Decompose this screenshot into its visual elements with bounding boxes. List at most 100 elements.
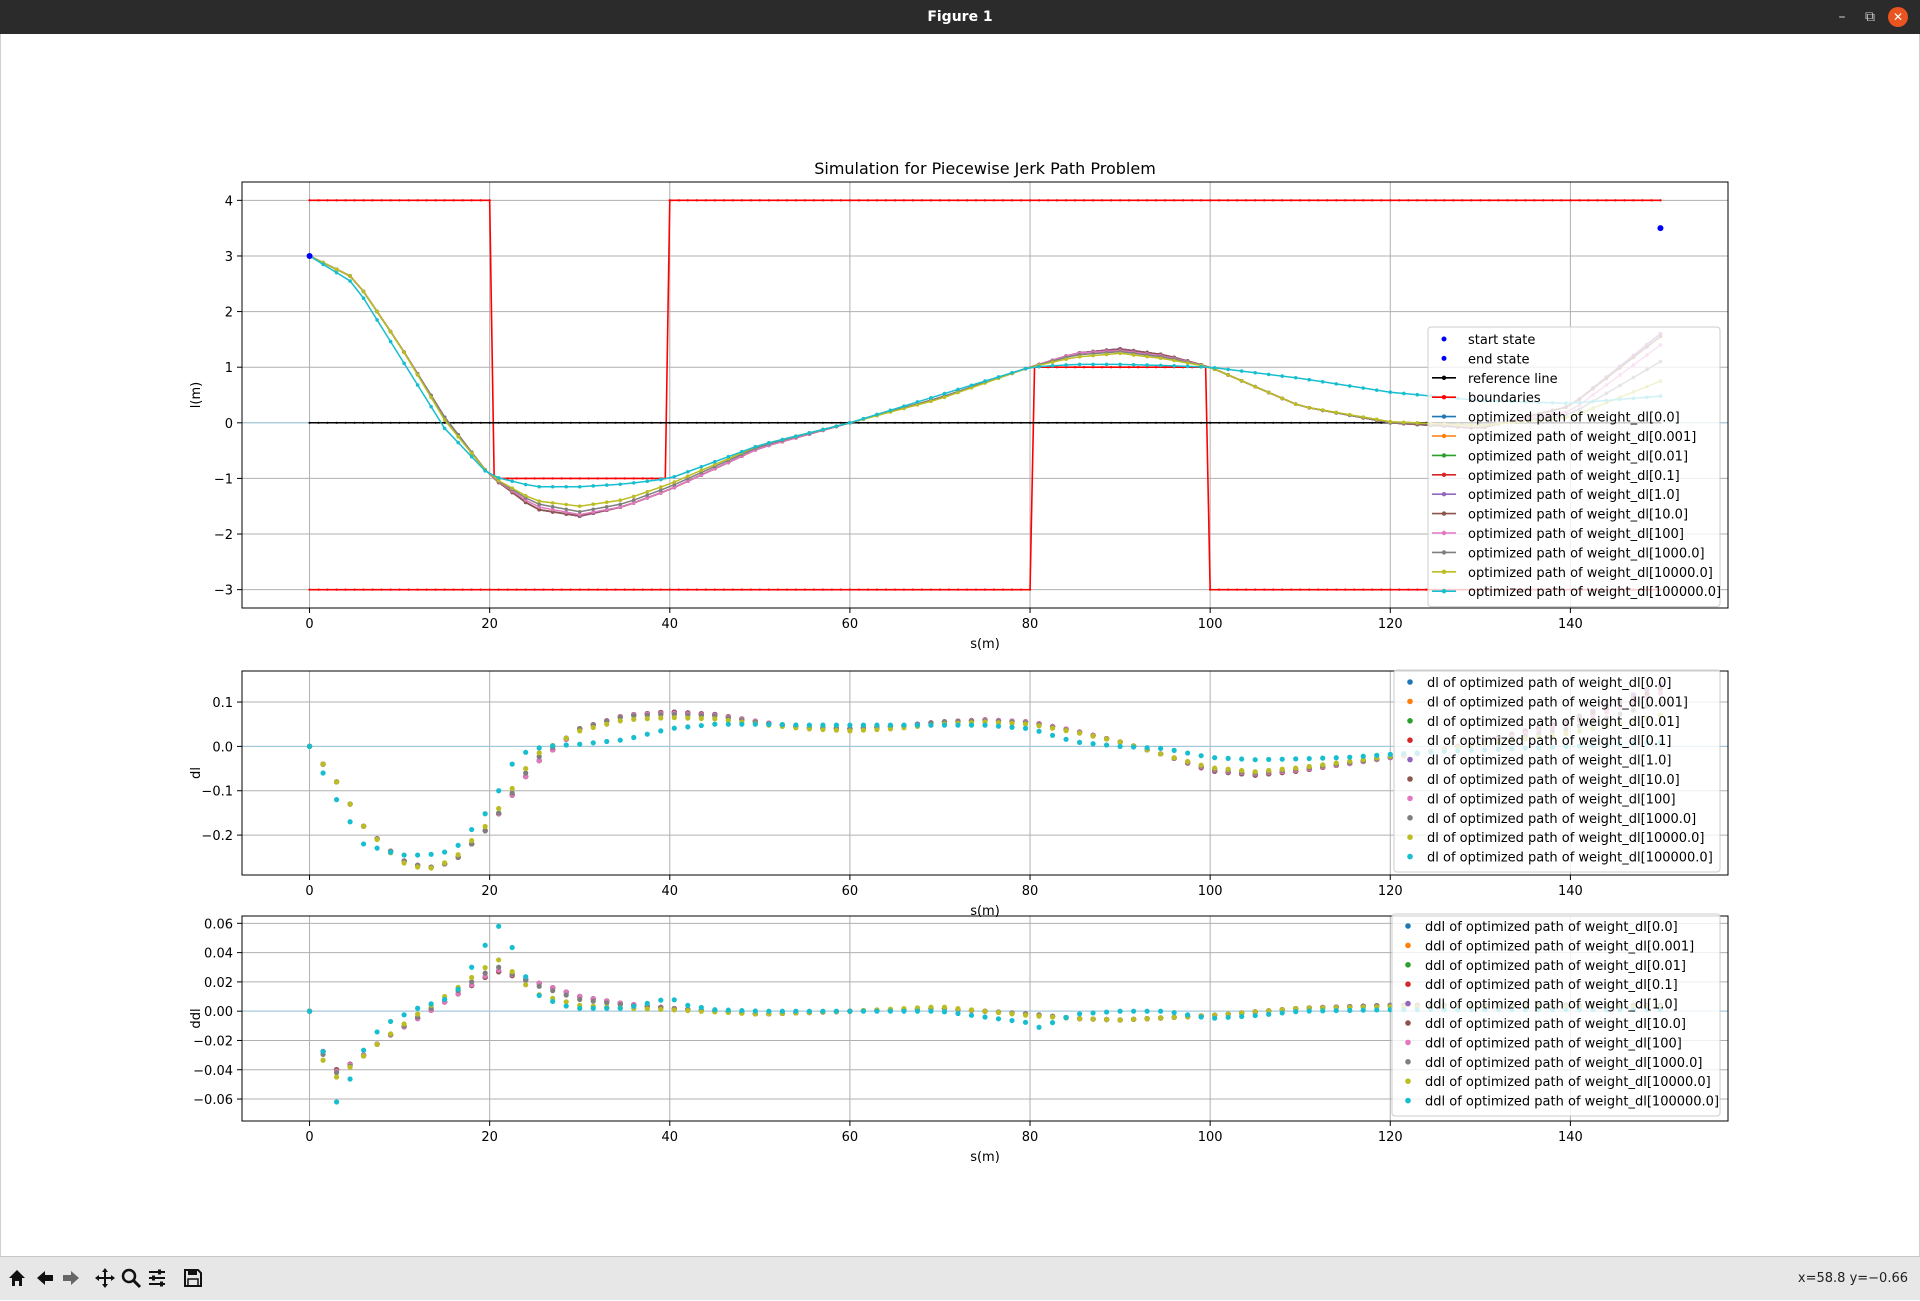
boundary-point — [1371, 588, 1374, 591]
scatter-point — [874, 1008, 880, 1014]
path-point — [564, 484, 569, 489]
boundary-point — [452, 588, 455, 591]
path-point — [699, 464, 704, 469]
legend-marker — [1441, 414, 1447, 419]
scatter-point — [1212, 755, 1218, 761]
boundary-point — [1190, 199, 1194, 202]
home-icon[interactable] — [4, 1265, 30, 1291]
scatter-point — [752, 1008, 758, 1014]
end-state-point — [1657, 225, 1664, 232]
boundary-point — [488, 199, 491, 202]
legend-label: ddl of optimized path of weight_dl[10000… — [1425, 1075, 1711, 1090]
boundary-point — [992, 588, 996, 591]
boundary-point — [308, 199, 311, 202]
path-point — [604, 500, 609, 505]
pan-icon[interactable] — [92, 1265, 118, 1291]
reference-point — [839, 421, 843, 424]
scatter-point — [1158, 1015, 1164, 1021]
scatter-point — [698, 715, 704, 722]
minimize-button[interactable]: – — [1832, 7, 1852, 27]
reference-point — [1109, 421, 1113, 424]
path-point — [1361, 386, 1366, 390]
boundary-point — [902, 588, 906, 591]
scatter-point — [1158, 745, 1164, 751]
boundary-point — [839, 199, 843, 202]
scatter-point — [415, 1011, 421, 1017]
scatter-point — [968, 1007, 975, 1013]
save-icon[interactable] — [180, 1265, 206, 1291]
scatter-point — [1279, 756, 1285, 762]
scatter-point — [563, 992, 569, 998]
path-point — [1401, 391, 1406, 396]
legend-marker — [1407, 834, 1413, 840]
scatter-point — [469, 826, 475, 833]
zoom-icon[interactable] — [118, 1265, 144, 1291]
boundary-point — [830, 588, 834, 591]
scatter-point — [671, 997, 677, 1003]
scatter-point — [995, 1009, 1002, 1016]
boundary-point — [317, 199, 320, 202]
boundary-point — [416, 588, 419, 591]
reference-point — [1182, 421, 1185, 424]
scatter-point — [428, 851, 434, 857]
scatter-point — [887, 1008, 894, 1014]
boundary-point — [578, 588, 581, 591]
boundary-point — [407, 588, 410, 591]
legend-label: ddl of optimized path of weight_dl[1000.… — [1425, 1056, 1702, 1071]
boundary-point — [1199, 199, 1203, 202]
boundary-point — [839, 588, 843, 591]
scatter-point — [1198, 753, 1204, 759]
boundary-point — [911, 588, 915, 591]
boundary-point — [1398, 588, 1401, 591]
scatter-point — [333, 797, 340, 803]
scatter-point — [415, 864, 421, 870]
scatter-point — [806, 1008, 812, 1014]
scatter-point — [333, 1074, 340, 1080]
boundary-point — [1398, 199, 1401, 202]
scatter-point — [847, 722, 853, 728]
y-tick-label: 0.00 — [204, 1005, 233, 1020]
boundary-point — [767, 588, 771, 591]
reference-point — [1100, 421, 1104, 424]
legend-label: start state — [1468, 333, 1535, 348]
scatter-point — [1171, 755, 1177, 761]
boundary-point — [416, 199, 419, 202]
scatter-point — [388, 1031, 394, 1037]
scatter-point — [1252, 1012, 1258, 1019]
path-point — [577, 509, 582, 514]
reference-point — [1371, 421, 1374, 424]
boundary-point — [1127, 199, 1131, 202]
back-icon[interactable] — [32, 1265, 58, 1291]
boundary-point — [758, 588, 762, 591]
boundary-point — [1010, 199, 1014, 202]
boundary-point — [1353, 588, 1356, 591]
path-point — [1158, 363, 1163, 368]
scatter-point — [644, 731, 650, 737]
reference-point — [1173, 421, 1176, 424]
path-point — [1266, 390, 1271, 395]
path-point — [469, 454, 474, 459]
path-point — [1199, 365, 1203, 369]
scatter-point — [523, 770, 529, 776]
boundary-point — [1091, 365, 1095, 369]
close-button[interactable]: ✕ — [1888, 7, 1908, 27]
scatter-point — [644, 1000, 650, 1006]
forward-icon[interactable] — [58, 1265, 84, 1291]
restore-button[interactable]: ⧉ — [1860, 7, 1880, 27]
boundary-point — [1596, 199, 1599, 202]
scatter-point — [563, 735, 569, 741]
y-tick-label: 3 — [225, 250, 233, 265]
reference-point — [317, 421, 320, 424]
boundary-point — [1100, 199, 1104, 202]
scatter-point — [779, 1008, 785, 1014]
path-point — [645, 493, 650, 497]
boundary-point — [569, 588, 572, 591]
x-tick-label: 0 — [305, 617, 313, 632]
path-point — [1320, 379, 1325, 384]
figure-canvas[interactable]: 0 20 40 60 80 100 120 140 4 3 2 1 0 −1 −2 −3 s(m) l(m) Sim… — [0, 34, 1920, 1256]
scatter-point — [820, 722, 826, 728]
configure-subplots-icon[interactable] — [144, 1265, 170, 1291]
reference-point — [902, 421, 906, 424]
boundary-point — [1001, 588, 1005, 591]
path-point — [1415, 421, 1420, 425]
